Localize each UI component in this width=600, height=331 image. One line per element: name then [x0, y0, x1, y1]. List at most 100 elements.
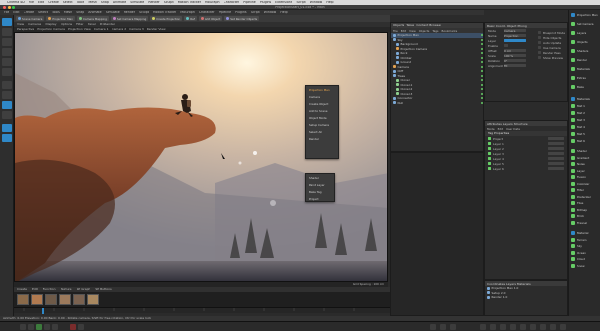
right-palette-item[interactable]: Objects	[569, 37, 600, 46]
layer-row[interactable]: Layer 6	[485, 166, 567, 171]
visibility-dot-icon[interactable]	[481, 92, 483, 95]
layer-value-field[interactable]	[548, 151, 564, 156]
mac-menu-window[interactable]: Window	[310, 1, 323, 4]
offset-field[interactable]: 0 cm	[504, 48, 526, 53]
previous-key-icon[interactable]	[28, 324, 34, 330]
snap-icon[interactable]	[2, 91, 12, 99]
popup-item-object-mode[interactable]: Object Mode	[306, 114, 338, 121]
popup-small-item-project[interactable]: Project	[306, 195, 334, 202]
material-thumbnail[interactable]	[45, 294, 57, 305]
layer-toggle[interactable]	[488, 166, 491, 171]
visibility-dot-icon[interactable]	[481, 43, 483, 46]
layer-toggle[interactable]	[488, 136, 491, 141]
menu-animate[interactable]: Animate	[88, 11, 101, 14]
keyframe-icon[interactable]	[560, 324, 566, 330]
tab-camera-1[interactable]: Camera 1	[94, 28, 109, 31]
toolbar-button-set-render-objects[interactable]: Set Render Objects	[224, 16, 260, 21]
mac-menu-sculpt[interactable]: Sculpt	[164, 1, 174, 4]
timeline-ruler[interactable]	[14, 307, 390, 314]
right-palette-item[interactable]: Mat 2	[569, 109, 600, 116]
play-icon[interactable]	[36, 324, 42, 330]
popup-small-item-paint-layer[interactable]: Paint Layer	[306, 181, 334, 188]
popup-item-add-to-scene[interactable]: Add to Scene	[306, 107, 338, 114]
objects-menu-view[interactable]: View	[409, 29, 416, 33]
keyframe-icon[interactable]	[490, 324, 496, 330]
visibility-dot-icon[interactable]	[481, 74, 483, 77]
object-row[interactable]: Null	[391, 101, 483, 106]
material-menu-create[interactable]: Create	[17, 288, 27, 291]
mac-menu-file[interactable]: File	[29, 1, 34, 4]
popup-item-render[interactable]: Render	[306, 135, 338, 142]
viewport-menu-panel[interactable]: Panel	[88, 23, 96, 26]
visibility-dot-icon[interactable]	[481, 61, 483, 64]
tab-perspective[interactable]: Perspective	[17, 28, 34, 31]
toolbar-button-add-object[interactable]: Add Object	[198, 16, 223, 21]
visibility-dot-icon[interactable]	[481, 47, 483, 50]
mac-menu-app[interactable]: Cinema 4D	[7, 1, 25, 4]
keyframe-icon[interactable]	[480, 324, 486, 330]
material-menu-sp-buttons[interactable]: SP Buttons	[95, 288, 111, 291]
objects-menu-objects[interactable]: Objects	[419, 29, 430, 33]
mini-tab-materials[interactable]: Materials	[517, 282, 531, 286]
keyframe-icon[interactable]	[550, 324, 556, 330]
popup-small-item-bake-tag[interactable]: Bake Tag	[306, 188, 334, 195]
toolbar-button-camera-mapping[interactable]: Camera Mapping	[77, 16, 109, 21]
enable-checkbox[interactable]	[504, 43, 508, 48]
viewport-menu-cameras[interactable]: Cameras	[28, 23, 41, 26]
popup-item-create-object[interactable]: Create Object	[306, 100, 338, 107]
toolbar-button-ref[interactable]: Ref	[184, 16, 197, 21]
tab-phong[interactable]: Phong	[517, 24, 526, 28]
tab-coord[interactable]: Coord.	[496, 24, 506, 28]
points-mode-icon[interactable]	[2, 48, 12, 56]
popup-item-camera[interactable]: Camera	[306, 93, 338, 100]
axis-icon[interactable]	[2, 81, 12, 89]
popup-item-projection-man[interactable]: Projection Man	[306, 86, 338, 93]
mini-tab-coordinates[interactable]: Coordinates	[487, 282, 505, 286]
mini-tab-layers[interactable]: Layers	[506, 282, 516, 286]
layer-toggle[interactable]	[488, 141, 491, 146]
visibility-dot-icon[interactable]	[481, 70, 483, 73]
mac-menu-simulate[interactable]: Simulate	[130, 1, 144, 4]
viewport[interactable]: Projection Man Camera Create Object Add …	[14, 32, 388, 282]
right-palette-item[interactable]: Render	[569, 55, 600, 64]
menu-motion-tracker[interactable]: Motion Tracker	[153, 11, 176, 14]
material-thumbnail[interactable]	[87, 294, 99, 305]
check-row[interactable]: Show Preview	[535, 55, 567, 60]
keyframe-icon[interactable]	[500, 324, 506, 330]
solo-icon[interactable]	[2, 124, 12, 132]
move-tool-icon[interactable]	[430, 324, 436, 330]
popup-small-item-shader[interactable]: Shader	[306, 174, 334, 181]
visibility-dot-icon[interactable]	[481, 79, 483, 82]
model-mode-icon[interactable]	[2, 28, 12, 36]
material-thumbnail[interactable]	[31, 294, 43, 305]
keyframe-icon[interactable]	[540, 324, 546, 330]
toolbar-button-create-projection[interactable]: Create Projection	[150, 16, 183, 21]
layer-toggle[interactable]	[488, 156, 491, 161]
layer-value-field[interactable]	[548, 136, 564, 141]
menu-sculpt[interactable]: Sculpt	[139, 11, 149, 14]
tab-camera-3[interactable]: Camera 3	[129, 28, 144, 31]
checkbox[interactable]	[538, 55, 541, 60]
layer-toggle[interactable]	[488, 161, 491, 166]
layer-value-field[interactable]	[548, 166, 564, 171]
mac-menu-edit[interactable]: Edit	[38, 1, 44, 4]
visibility-dot-icon[interactable]	[481, 97, 483, 100]
layers-menu-user-data[interactable]: User Data	[506, 127, 520, 131]
menu-file[interactable]: File	[4, 11, 9, 14]
mac-menu-animate[interactable]: Animate	[113, 1, 126, 4]
visibility-dot-icon[interactable]	[481, 88, 483, 91]
go-to-start-icon[interactable]	[20, 324, 26, 330]
layer-value-field[interactable]	[548, 156, 564, 161]
visibility-dot-icon[interactable]	[481, 83, 483, 86]
menu-window[interactable]: Window	[264, 11, 277, 14]
menu-tools[interactable]: Tools	[52, 11, 60, 14]
visibility-dot-icon[interactable]	[481, 65, 483, 68]
visibility-dot-icon[interactable]	[481, 56, 483, 59]
menu-edit[interactable]: Edit	[13, 11, 19, 14]
material-thumbnail[interactable]	[73, 294, 85, 305]
right-palette-item[interactable]: Mat 6	[569, 137, 600, 144]
checkbox[interactable]	[538, 45, 541, 50]
toolbar-button-scene-camera[interactable]: Scene Camera	[16, 16, 45, 21]
visibility-dot-icon[interactable]	[481, 34, 483, 37]
mac-menu-mesh[interactable]: Mesh	[88, 1, 96, 4]
